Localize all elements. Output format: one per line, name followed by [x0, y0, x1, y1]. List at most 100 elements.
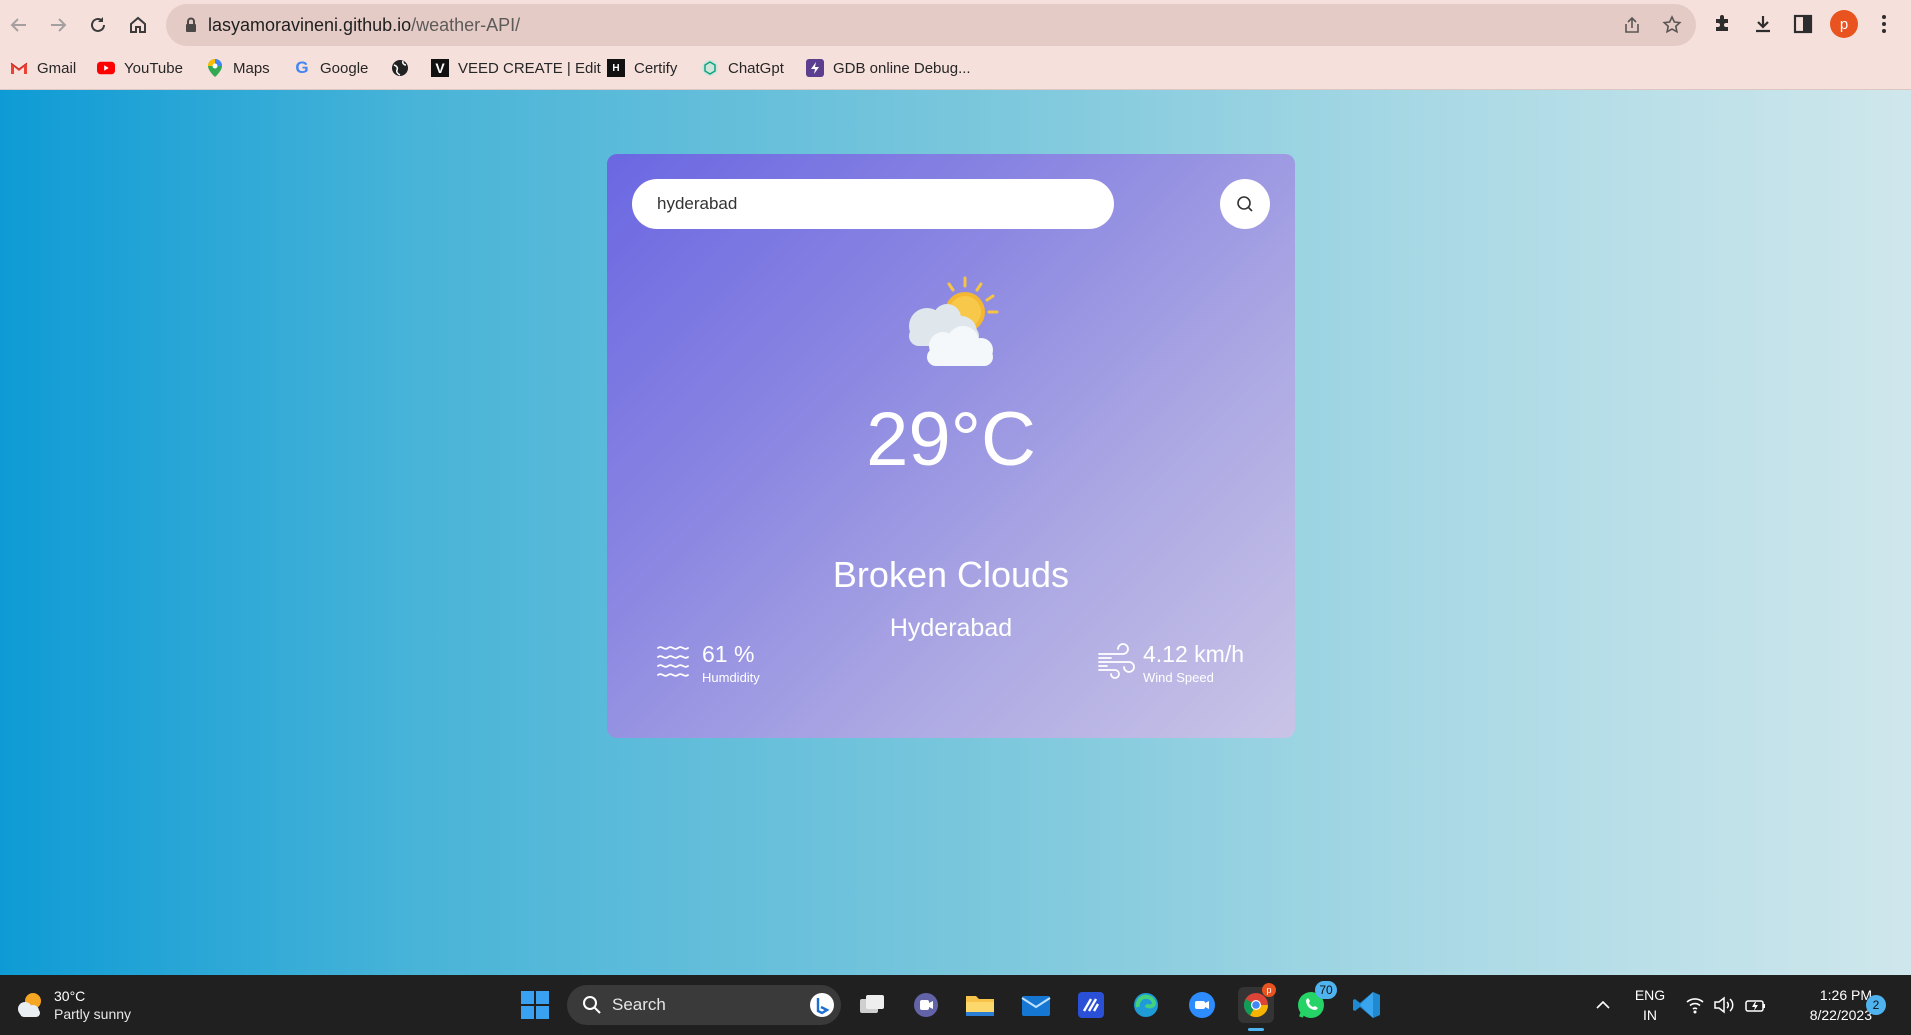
- bookmark-label: Google: [320, 59, 369, 77]
- url-text: lasyamoravineni.github.io/weather-API/: [208, 15, 520, 36]
- bookmark-label: Maps: [233, 59, 270, 77]
- profile-avatar[interactable]: p: [1830, 10, 1858, 38]
- clock-time: 1:26 PM: [1819, 987, 1872, 1003]
- zoom-icon: [1189, 992, 1215, 1018]
- battery-icon[interactable]: [1745, 996, 1767, 1014]
- wifi-icon[interactable]: [1685, 996, 1705, 1014]
- wind-icon: [1098, 643, 1135, 679]
- page-background: 29°C Broken Clouds Hyderabad 61 % Humdid…: [0, 90, 1911, 975]
- bookmark-label: YouTube: [124, 59, 183, 77]
- windows-start-icon[interactable]: [520, 990, 550, 1020]
- weather-card: 29°C Broken Clouds Hyderabad 61 % Humdid…: [607, 154, 1295, 738]
- lock-icon: [186, 17, 196, 32]
- pen-app-icon: [1078, 992, 1104, 1018]
- taskbar-app-mail[interactable]: [1018, 987, 1054, 1023]
- partly-cloudy-icon: [909, 276, 999, 366]
- humidity-label: Humdidity: [702, 670, 760, 685]
- download-icon: [1756, 16, 1770, 33]
- city-search-input[interactable]: [632, 179, 1114, 229]
- taskbar-weather-widget[interactable]: 30°C Partly sunny: [14, 987, 131, 1023]
- chrome-profile-badge: p: [1262, 983, 1276, 997]
- home-icon: [130, 16, 146, 33]
- taskbar-app-editor[interactable]: [1073, 987, 1109, 1023]
- volume-icon[interactable]: [1713, 996, 1735, 1014]
- taskbar-clock[interactable]: 1:26 PM 8/22/2023: [1772, 985, 1872, 1025]
- home-button[interactable]: [123, 10, 153, 40]
- side-panel-icon: [1793, 14, 1813, 34]
- lang-line1: ENG: [1634, 987, 1666, 1003]
- bookmark-google[interactable]: G Google: [293, 56, 368, 80]
- notification-badge[interactable]: 2: [1866, 995, 1886, 1015]
- chevron-up-icon[interactable]: [1595, 997, 1611, 1013]
- taskbar-app-chrome[interactable]: p: [1238, 983, 1276, 1031]
- language-indicator[interactable]: ENG IN: [1632, 985, 1668, 1025]
- extensions-button[interactable]: [1711, 12, 1735, 36]
- clock-date: 8/22/2023: [1809, 1007, 1872, 1023]
- downloads-button[interactable]: [1751, 12, 1775, 36]
- chatgpt-icon: [701, 59, 719, 77]
- teams-chat-icon: [914, 993, 938, 1017]
- taskbar-app-teams[interactable]: [908, 987, 944, 1023]
- puzzle-icon: [1716, 15, 1728, 31]
- maps-icon: [206, 59, 224, 77]
- task-view-icon: [860, 995, 884, 1013]
- wind-label: Wind Speed: [1143, 670, 1214, 685]
- humidity-value: 61 %: [702, 641, 755, 667]
- taskbar-weather-temp: 30°C: [54, 988, 86, 1004]
- veed-icon: V: [431, 59, 449, 77]
- bing-icon[interactable]: [809, 992, 835, 1018]
- bookmark-veed[interactable]: V VEED CREATE | Edit: [431, 56, 601, 80]
- search-button[interactable]: [1220, 179, 1270, 229]
- youtube-icon: [97, 59, 115, 77]
- reload-icon: [91, 17, 105, 32]
- browser-toolbar: lasyamoravineni.github.io/weather-API/ p: [0, 0, 1911, 50]
- windows-taskbar: 30°C Partly sunny Search p 70 ENG IN 1:2…: [0, 975, 1911, 1035]
- partly-sunny-icon: [18, 993, 41, 1017]
- taskbar-app-explorer[interactable]: [962, 987, 998, 1023]
- search-icon: [583, 996, 601, 1014]
- forward-button[interactable]: [43, 10, 73, 40]
- bookmark-certify[interactable]: H Certify: [607, 56, 677, 80]
- bookmark-maps[interactable]: Maps: [206, 56, 270, 80]
- url-path: /weather-API/: [411, 15, 521, 35]
- active-indicator: [1248, 1028, 1264, 1031]
- side-panel-button[interactable]: [1791, 12, 1815, 36]
- google-icon: G: [295, 58, 309, 77]
- bookmark-label: Certify: [634, 59, 678, 77]
- wind-detail: 4.12 km/h Wind Speed: [1095, 640, 1244, 686]
- share-icon[interactable]: [1622, 15, 1642, 35]
- kebab-menu-icon: [1882, 15, 1886, 33]
- taskbar-search[interactable]: Search: [567, 985, 841, 1025]
- reload-button[interactable]: [83, 10, 113, 40]
- taskbar-search-label: Search: [612, 995, 666, 1014]
- edge-icon: [1134, 993, 1158, 1017]
- globe-icon: [391, 59, 409, 77]
- bookmark-chatgpt[interactable]: ChatGpt: [701, 56, 784, 80]
- humidity-detail: 61 % Humdidity: [654, 640, 760, 686]
- bookmark-gdb[interactable]: GDB online Debug...: [806, 56, 971, 80]
- wind-value: 4.12 km/h: [1143, 641, 1244, 667]
- bookmark-label: ChatGpt: [728, 59, 784, 77]
- bookmark-label: Gmail: [37, 59, 77, 77]
- taskbar-weather-desc: Partly sunny: [54, 1006, 132, 1022]
- arrow-right-icon: [51, 18, 67, 32]
- vscode-icon: [1353, 992, 1380, 1018]
- humidity-icon: [657, 646, 689, 677]
- taskbar-app-vscode[interactable]: [1349, 987, 1385, 1023]
- taskbar-app-whatsapp[interactable]: 70: [1293, 981, 1337, 1023]
- address-bar[interactable]: lasyamoravineni.github.io/weather-API/: [166, 4, 1696, 46]
- city-name: Hyderabad: [889, 614, 1013, 642]
- certify-icon: H: [607, 59, 625, 77]
- star-icon[interactable]: [1662, 15, 1682, 35]
- bookmark-youtube[interactable]: YouTube: [97, 56, 183, 80]
- bookmark-label: VEED CREATE | Edit: [458, 59, 601, 77]
- search-icon: [1237, 196, 1253, 212]
- taskbar-app-zoom[interactable]: [1184, 987, 1220, 1023]
- weather-description: Broken Clouds: [832, 554, 1070, 595]
- taskbar-app-edge[interactable]: [1128, 987, 1164, 1023]
- taskbar-app-taskview[interactable]: [854, 987, 890, 1023]
- menu-button[interactable]: [1872, 12, 1896, 36]
- back-button[interactable]: [4, 10, 34, 40]
- bookmark-gmail[interactable]: Gmail: [10, 56, 76, 80]
- bookmark-globe[interactable]: [391, 56, 418, 80]
